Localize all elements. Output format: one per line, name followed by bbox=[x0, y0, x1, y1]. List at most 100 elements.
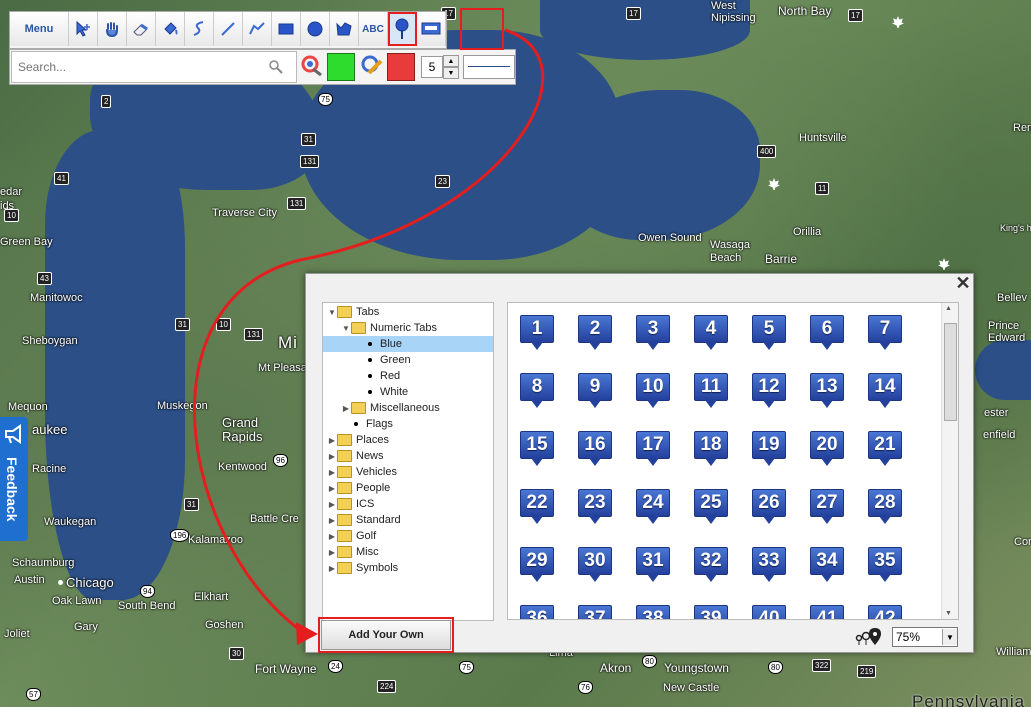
map-label-icon[interactable] bbox=[417, 12, 446, 46]
marker-pin-27[interactable]: 27 bbox=[810, 489, 844, 526]
marker-pin-33[interactable]: 33 bbox=[752, 547, 786, 584]
eraser-icon[interactable] bbox=[127, 12, 156, 46]
marker-pin-37[interactable]: 37 bbox=[578, 605, 612, 619]
line-width-value[interactable]: 5 bbox=[421, 56, 443, 78]
line-style-preview[interactable] bbox=[463, 55, 515, 79]
marker-pin-30[interactable]: 30 bbox=[578, 547, 612, 584]
expand-right-icon[interactable]: ▶ bbox=[327, 484, 337, 493]
scroll-up-icon[interactable]: ▲ bbox=[945, 305, 952, 312]
tree-node-people[interactable]: ▶ People bbox=[323, 480, 493, 496]
expand-right-icon[interactable]: ▶ bbox=[327, 564, 337, 573]
close-icon[interactable]: ✕ bbox=[955, 274, 971, 292]
marker-pin-20[interactable]: 20 bbox=[810, 431, 844, 468]
marker-pin-40[interactable]: 40 bbox=[752, 605, 786, 619]
tree-node-red[interactable]: Red bbox=[323, 368, 493, 384]
marker-pin-25[interactable]: 25 bbox=[694, 489, 728, 526]
fill-bucket-icon[interactable] bbox=[156, 12, 185, 46]
marker-pin-19[interactable]: 19 bbox=[752, 431, 786, 468]
marker-pin-icon[interactable] bbox=[388, 12, 417, 46]
tree-node-standard[interactable]: ▶ Standard bbox=[323, 512, 493, 528]
tree-node-white[interactable]: White bbox=[323, 384, 493, 400]
tree-node-tabs[interactable]: ▼ Tabs bbox=[323, 304, 493, 320]
marker-pin-22[interactable]: 22 bbox=[520, 489, 554, 526]
scrollbar-thumb[interactable] bbox=[944, 323, 957, 421]
marker-pin-38[interactable]: 38 bbox=[636, 605, 670, 619]
marker-pin-5[interactable]: 5 bbox=[752, 315, 786, 352]
expand-down-icon[interactable]: ▼ bbox=[341, 324, 351, 333]
menu-button[interactable]: Menu bbox=[10, 12, 69, 46]
marker-pin-2[interactable]: 2 bbox=[578, 315, 612, 352]
tree-node-flags[interactable]: Flags bbox=[323, 416, 493, 432]
marker-pin-26[interactable]: 26 bbox=[752, 489, 786, 526]
line-icon[interactable] bbox=[214, 12, 243, 46]
marker-pin-39[interactable]: 39 bbox=[694, 605, 728, 619]
polyline-icon[interactable] bbox=[243, 12, 272, 46]
marker-size-icon[interactable] bbox=[854, 626, 882, 646]
tree-node-misc[interactable]: ▶ Misc bbox=[323, 544, 493, 560]
marker-grid-scrollbar[interactable]: ▲ ▼ bbox=[941, 303, 958, 619]
hand-pan-icon[interactable] bbox=[98, 12, 127, 46]
marker-pin-7[interactable]: 7 bbox=[868, 315, 902, 352]
marker-pin-15[interactable]: 15 bbox=[520, 431, 554, 468]
feedback-tab[interactable]: Feedback bbox=[0, 417, 28, 541]
search-input[interactable] bbox=[16, 59, 268, 75]
marker-pin-16[interactable]: 16 bbox=[578, 431, 612, 468]
chevron-down-icon[interactable]: ▼ bbox=[942, 629, 957, 645]
marker-pin-28[interactable]: 28 bbox=[868, 489, 902, 526]
stepper-up-button[interactable]: ▲ bbox=[443, 55, 459, 67]
marker-pin-17[interactable]: 17 bbox=[636, 431, 670, 468]
marker-zoom-select[interactable]: 75% ▼ bbox=[892, 627, 958, 647]
text-tool-icon[interactable]: ABC bbox=[359, 12, 388, 46]
expand-right-icon[interactable]: ▶ bbox=[341, 404, 351, 413]
circle-icon[interactable] bbox=[301, 12, 330, 46]
marker-pin-31[interactable]: 31 bbox=[636, 547, 670, 584]
expand-down-icon[interactable]: ▼ bbox=[327, 308, 337, 317]
expand-right-icon[interactable]: ▶ bbox=[327, 436, 337, 445]
search-icon[interactable] bbox=[268, 59, 284, 75]
fill-color-swatch[interactable] bbox=[327, 53, 355, 81]
marker-pin-34[interactable]: 34 bbox=[810, 547, 844, 584]
marker-pin-23[interactable]: 23 bbox=[578, 489, 612, 526]
marker-pin-32[interactable]: 32 bbox=[694, 547, 728, 584]
marker-pin-3[interactable]: 3 bbox=[636, 315, 670, 352]
fill-color-picker-icon[interactable] bbox=[301, 55, 325, 79]
tree-node-golf[interactable]: ▶ Golf bbox=[323, 528, 493, 544]
expand-right-icon[interactable]: ▶ bbox=[327, 468, 337, 477]
tree-node-green[interactable]: Green bbox=[323, 352, 493, 368]
expand-right-icon[interactable]: ▶ bbox=[327, 548, 337, 557]
tree-node-blue[interactable]: Blue bbox=[323, 336, 493, 352]
marker-pin-14[interactable]: 14 bbox=[868, 373, 902, 410]
freehand-curve-icon[interactable] bbox=[185, 12, 214, 46]
marker-pin-11[interactable]: 11 bbox=[694, 373, 728, 410]
expand-right-icon[interactable]: ▶ bbox=[327, 452, 337, 461]
marker-pin-18[interactable]: 18 bbox=[694, 431, 728, 468]
tree-node-miscellaneous[interactable]: ▶ Miscellaneous bbox=[323, 400, 493, 416]
tree-node-ics[interactable]: ▶ ICS bbox=[323, 496, 493, 512]
tree-node-numeric-tabs[interactable]: ▼ Numeric Tabs bbox=[323, 320, 493, 336]
line-color-picker-icon[interactable] bbox=[361, 55, 385, 79]
marker-pin-4[interactable]: 4 bbox=[694, 315, 728, 352]
expand-right-icon[interactable]: ▶ bbox=[327, 500, 337, 509]
marker-pin-9[interactable]: 9 bbox=[578, 373, 612, 410]
stepper-down-button[interactable]: ▼ bbox=[443, 67, 459, 79]
marker-pin-36[interactable]: 36 bbox=[520, 605, 554, 619]
tree-node-places[interactable]: ▶ Places bbox=[323, 432, 493, 448]
expand-right-icon[interactable]: ▶ bbox=[327, 516, 337, 525]
marker-pin-42[interactable]: 42 bbox=[868, 605, 902, 619]
marker-pin-10[interactable]: 10 bbox=[636, 373, 670, 410]
polygon-icon[interactable] bbox=[330, 12, 359, 46]
tree-node-vehicles[interactable]: ▶ Vehicles bbox=[323, 464, 493, 480]
marker-pin-24[interactable]: 24 bbox=[636, 489, 670, 526]
marker-pin-1[interactable]: 1 bbox=[520, 315, 554, 352]
tree-node-news[interactable]: ▶ News bbox=[323, 448, 493, 464]
tree-node-symbols[interactable]: ▶ Symbols bbox=[323, 560, 493, 576]
line-color-swatch[interactable] bbox=[387, 53, 415, 81]
marker-pin-8[interactable]: 8 bbox=[520, 373, 554, 410]
move-arrow-icon[interactable] bbox=[69, 12, 98, 46]
expand-right-icon[interactable]: ▶ bbox=[327, 532, 337, 541]
marker-pin-6[interactable]: 6 bbox=[810, 315, 844, 352]
add-your-own-button[interactable]: Add Your Own bbox=[318, 617, 454, 653]
marker-pin-41[interactable]: 41 bbox=[810, 605, 844, 619]
marker-pin-35[interactable]: 35 bbox=[868, 547, 902, 584]
rectangle-icon[interactable] bbox=[272, 12, 301, 46]
